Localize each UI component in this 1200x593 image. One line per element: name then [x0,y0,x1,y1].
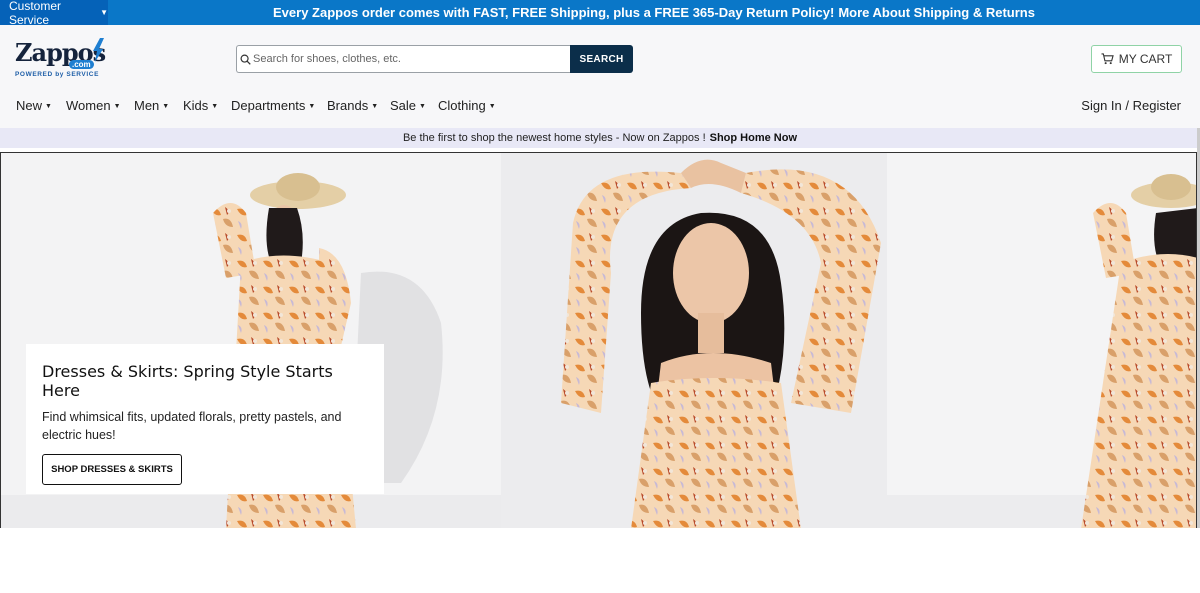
nav-item-clothing[interactable]: Clothing ▼ [438,98,496,113]
search-button[interactable]: SEARCH [570,45,633,73]
zappos-logo[interactable]: Zappos .com POWERED by SERVICE [15,38,110,83]
caret-down-icon: ▼ [113,103,121,110]
cart-icon [1101,53,1114,65]
caret-down-icon: ▼ [211,103,219,110]
home-promo-text: Be the first to shop the newest home sty… [402,132,706,144]
nav-item-kids[interactable]: Kids ▼ [183,98,218,113]
hero-title: Dresses & Skirts: Spring Style Starts He… [42,362,333,400]
chevron-down-icon: ▼ [100,8,108,17]
nav-item-sale[interactable]: Sale ▼ [390,98,426,113]
caret-down-icon: ▼ [371,103,379,110]
nav-label: Kids [183,98,209,113]
nav-item-men[interactable]: Men ▼ [134,98,169,113]
nav-item-brands[interactable]: Brands ▼ [327,98,378,113]
nav-label: Women [66,98,111,113]
top-banner: Customer Service ▼ Every Zappos order co… [0,0,1200,27]
customer-service-dropdown[interactable]: Customer Service ▼ [0,0,108,27]
main-nav: New ▼ Women ▼ Men ▼ Kids ▼ Departments ▼ Bran… [0,98,1200,122]
logo-tagline: POWERED by SERVICE [15,71,100,78]
caret-down-icon: ▼ [488,103,496,110]
hero-card: Dresses & Skirts: Spring Style Starts He… [26,344,384,494]
nav-label: Departments [231,98,306,113]
search-input[interactable] [253,53,563,65]
shipping-promo-text: Every Zappos order comes with FAST, FREE… [273,5,835,20]
caret-down-icon: ▼ [308,103,316,110]
my-cart-button[interactable]: MY CART [1091,45,1182,73]
caret-down-icon: ▼ [45,103,52,110]
nav-label: Sale [390,98,417,113]
nav-label: New [16,98,43,113]
logo-swoosh-icon [93,38,104,62]
nav-item-new[interactable]: New ▼ [16,98,52,113]
hero-description: Find whimsical fits, updated florals, pr… [42,410,342,442]
logo-dotcom: .com [69,60,94,69]
caret-down-icon: ▼ [419,103,426,110]
home-promo-banner: Be the first to shop the newest home sty… [0,128,1200,148]
search-icon [240,54,251,65]
nav-item-women[interactable]: Women ▼ [66,98,121,113]
shipping-returns-link[interactable]: More About Shipping & Returns [838,5,1035,20]
nav-item-departments[interactable]: Departments ▼ [231,98,315,113]
shipping-promo: Every Zappos order comes with FAST, FREE… [108,0,1200,25]
customer-service-label: Customer Service [9,0,62,27]
nav-label: Clothing [438,98,486,113]
search-box [236,45,571,73]
shop-home-now-link[interactable]: Shop Home Now [710,132,797,144]
cart-label: MY CART [1118,52,1173,66]
nav-label: Brands [327,98,369,113]
nav-label: Men [134,98,160,113]
hero-banner[interactable]: Dresses & Skirts: Spring Style Starts He… [0,152,1197,528]
sign-in-register-link[interactable]: Sign In / Register [1081,98,1181,113]
caret-down-icon: ▼ [162,103,170,110]
site-header: Zappos .com POWERED by SERVICE SEARCH MY… [0,25,1200,128]
shop-dresses-skirts-button[interactable]: SHOP DRESSES & SKIRTS [42,454,182,485]
